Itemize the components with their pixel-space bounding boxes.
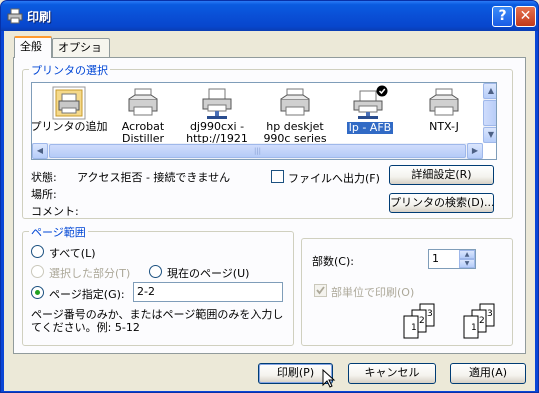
page-range-hint: てください。例: 5-12 [31,321,140,334]
selection-radio[interactable] [31,265,44,278]
printer-selection-group: プリンタの選択 プリンタの追加 Acrobat Distiller dj990c… [22,62,513,219]
copies-input[interactable]: 1 ▲ ▼ [428,249,476,269]
printer-label: プリンタの追加 [31,120,108,133]
comment-label: コメント: [31,205,79,218]
printer-icon [128,88,158,116]
group-title: ページ範囲 [29,224,88,240]
copies-label: 部数(C): [312,255,354,268]
mouse-cursor-icon [322,369,336,388]
scroll-thumb[interactable]: ||| [49,144,466,158]
printer-item-dj990cxi[interactable]: dj990cxi - http://1921 [177,85,257,145]
default-network-printer-icon [353,85,388,119]
spin-down-icon[interactable]: ▼ [459,259,475,268]
close-button[interactable]: ✕ [515,6,536,27]
printer-list[interactable]: プリンタの追加 Acrobat Distiller dj990cxi - htt… [31,82,497,160]
tab-label: 全般 [20,40,42,53]
scroll-down-icon[interactable]: ▼ [483,127,496,143]
vertical-scrollbar[interactable]: ▲ ▼ [483,83,496,143]
collate-page-3: 3 [427,309,433,319]
add-printer-icon [52,86,86,120]
current-page-radio[interactable] [149,265,162,278]
all-pages-label[interactable]: すべて(L) [49,245,96,261]
collate-page-2: 2 [479,316,485,326]
copies-value: 1 [432,252,439,265]
horizontal-scrollbar[interactable]: ◀ ||| ▶ [32,143,483,159]
window-title: 印刷 [27,10,52,24]
print-dialog: 印刷 ? ✕ 全般 オプション プリンタの選択 [0,0,539,393]
collate-checkbox[interactable] [314,284,327,297]
print-to-file-checkbox[interactable] [271,170,284,183]
collate-label[interactable]: 部単位で印刷(O) [331,284,414,300]
printer-item-ntx-j[interactable]: NTX-J [404,85,484,133]
printer-item-lp-afb[interactable]: lp - AFB [330,85,410,134]
current-page-label[interactable]: 現在のページ(U) [167,265,249,281]
help-button[interactable]: ? [492,6,513,27]
copies-group: 部数(C): 1 ▲ ▼ 部単位で印刷(O) 3 2 1 3 2 1 [301,238,513,346]
scroll-thumb[interactable] [483,100,496,126]
printer-item-hp-deskjet[interactable]: hp deskjet 990c series [255,85,335,145]
general-panel: プリンタの選択 プリンタの追加 Acrobat Distiller dj990c… [13,57,526,354]
printer-label: lp - AFB [346,121,394,134]
printer-icon [7,8,23,24]
network-printer-icon [202,88,232,119]
page-range-group: ページ範囲 すべて(L) 選択した部分(T) 現在のページ(U) ページ指定(G… [22,224,294,346]
scroll-right-icon[interactable]: ▶ [467,143,483,159]
printer-item-acrobat[interactable]: Acrobat Distiller [103,85,183,145]
collate-page-1: 1 [411,323,417,333]
location-label: 場所: [31,188,57,201]
scroll-up-icon[interactable]: ▲ [483,83,496,99]
pages-radio[interactable] [31,286,44,299]
collate-illustration: 3 2 1 3 2 1 [403,303,495,339]
title-bar[interactable]: 印刷 ? ✕ [1,1,538,31]
collate-page-2: 2 [419,316,425,326]
find-printer-button[interactable]: プリンタの検索(D)... [389,193,495,213]
printer-item-add[interactable]: プリンタの追加 [31,85,109,133]
printer-icon [429,88,459,116]
group-title: プリンタの選択 [29,62,110,78]
pages-input[interactable]: 2-2 [133,282,283,302]
copies-spinner[interactable]: ▲ ▼ [459,250,475,268]
all-pages-radio[interactable] [31,245,44,258]
dialog-body: 全般 オプション プリンタの選択 [4,31,535,391]
cancel-button[interactable]: キャンセル [348,363,436,384]
check-icon [316,286,325,295]
collate-page-3: 3 [487,309,493,319]
pages-label[interactable]: ページ指定(G): [49,286,125,302]
print-to-file-label[interactable]: ファイルへ出力(F) [288,170,380,186]
selection-label[interactable]: 選択した部分(T) [49,265,130,281]
tab-general[interactable]: 全般 [14,36,52,58]
apply-button[interactable]: 適用(A) [450,363,526,384]
status-label: 状態: [31,171,57,184]
spin-up-icon[interactable]: ▲ [459,250,475,259]
status-value: アクセス拒否 - 接続できません [77,171,231,184]
tab-options[interactable]: オプション [52,38,110,71]
preferences-button[interactable]: 詳細設定(R) [389,165,494,185]
printer-icon [280,88,310,116]
printer-label: NTX-J [429,120,459,133]
scroll-left-icon[interactable]: ◀ [32,143,48,159]
collate-page-1: 1 [471,323,477,333]
